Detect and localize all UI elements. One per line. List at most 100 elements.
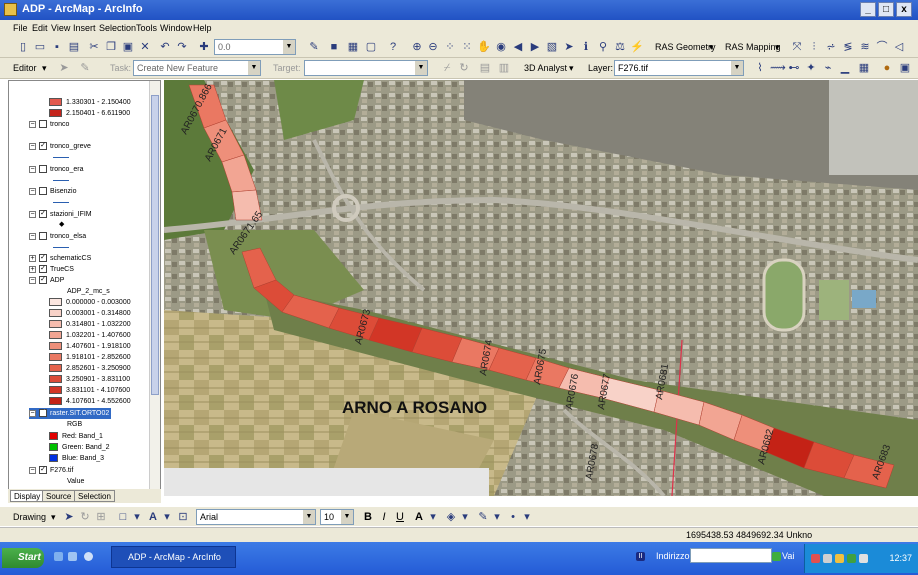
sketch-props-icon[interactable]: ▥ bbox=[497, 61, 511, 75]
taskbar-arcmap-button[interactable]: ADP - ArcMap - ArcInfo bbox=[111, 546, 236, 568]
rectangle-icon[interactable]: □ bbox=[116, 510, 130, 524]
ras-tool-5-icon[interactable]: ≋ bbox=[858, 40, 872, 54]
contour-icon[interactable]: ⌇ bbox=[753, 61, 767, 75]
attributes-icon[interactable]: ▤ bbox=[478, 61, 492, 75]
quick-launch-ie-icon[interactable] bbox=[54, 552, 63, 561]
edit-vertices-icon[interactable]: ⊡ bbox=[176, 510, 190, 524]
quick-launch-desktop-icon[interactable] bbox=[68, 552, 77, 561]
font-size-combo[interactable]: 10 ▼ bbox=[320, 509, 354, 525]
layer-checkbox[interactable]: ✓ bbox=[39, 142, 47, 151]
save-icon[interactable]: ▪ bbox=[50, 40, 64, 54]
tab-selection[interactable]: Selection bbox=[74, 490, 115, 502]
command-line-icon[interactable]: ▦ bbox=[346, 40, 360, 54]
forward-extent-icon[interactable]: ▶ bbox=[528, 40, 542, 54]
profile-graph-icon[interactable]: ▁ bbox=[838, 61, 852, 75]
layer-raster-orto[interactable]: − ✓ raster.SIT.ORTO02 bbox=[29, 408, 112, 419]
layer-bisenzio[interactable]: − Bisenzio bbox=[29, 186, 76, 197]
layer-tronco-greve[interactable]: − ✓ tronco_greve bbox=[29, 141, 91, 152]
menu-edit[interactable]: Edit bbox=[32, 23, 48, 33]
expand-icon[interactable]: + bbox=[29, 265, 36, 273]
select-elements-icon[interactable]: ➤ bbox=[562, 40, 576, 54]
tray-volume-icon[interactable] bbox=[859, 554, 868, 563]
layer-checkbox[interactable]: ✓ bbox=[39, 466, 47, 475]
editor-toolbar-icon[interactable]: ✎ bbox=[307, 40, 321, 54]
measure-icon[interactable]: ⚖ bbox=[613, 40, 627, 54]
ras-tool-6-icon[interactable]: ⌒ bbox=[875, 40, 889, 54]
new-document-icon[interactable]: ▯ bbox=[16, 40, 30, 54]
collapse-icon[interactable]: − bbox=[29, 466, 36, 474]
collapse-icon[interactable]: − bbox=[29, 165, 36, 173]
steepest-path-icon[interactable]: ⟿ bbox=[770, 61, 786, 75]
editor-menu[interactable]: Editor bbox=[13, 63, 37, 73]
menu-insert[interactable]: Insert bbox=[73, 23, 96, 33]
tab-display[interactable]: Display bbox=[10, 490, 45, 502]
tab-source[interactable]: Source bbox=[42, 490, 76, 502]
layer-checkbox[interactable]: ✓ bbox=[39, 210, 47, 219]
map-view[interactable]: AR0670.866 AR0671 AR0671.65 AR0673 AR067… bbox=[164, 80, 918, 496]
ras-tool-4-icon[interactable]: ≶ bbox=[841, 40, 855, 54]
open-folder-icon[interactable]: ▭ bbox=[33, 40, 47, 54]
select-elements-icon[interactable]: ➤ bbox=[62, 510, 76, 524]
menu-view[interactable]: View bbox=[51, 23, 70, 33]
font-color-chevron-icon[interactable]: ▾ bbox=[426, 510, 440, 524]
identify-icon[interactable]: ℹ bbox=[579, 40, 593, 54]
layer-checkbox[interactable]: ✓ bbox=[39, 265, 47, 274]
menu-file[interactable]: File bbox=[13, 23, 28, 33]
rotate-tool-icon[interactable]: ↻ bbox=[457, 61, 471, 75]
collapse-icon[interactable]: − bbox=[29, 142, 36, 150]
layer-combo[interactable]: F276.tif ▼ bbox=[614, 60, 744, 76]
zoom-in-icon[interactable]: ⊕ bbox=[410, 40, 424, 54]
fill-color-chevron-icon[interactable]: ▾ bbox=[458, 510, 472, 524]
address-input[interactable] bbox=[690, 548, 772, 563]
toc-scrollbar[interactable] bbox=[149, 81, 160, 501]
expand-icon[interactable]: + bbox=[29, 254, 36, 262]
arctoolbox-icon[interactable]: ■ bbox=[327, 40, 341, 54]
layer-checkbox[interactable] bbox=[39, 120, 47, 129]
fixed-zoom-in-icon[interactable]: ⁘ bbox=[443, 40, 457, 54]
italic-button[interactable]: I bbox=[377, 510, 391, 524]
add-data-icon[interactable]: ✚ bbox=[197, 40, 211, 54]
text-tool-icon[interactable]: A bbox=[146, 510, 160, 524]
start-button[interactable]: Start bbox=[2, 548, 44, 568]
pan-icon[interactable]: ✋ bbox=[477, 40, 491, 54]
marker-color-icon[interactable]: • bbox=[506, 510, 520, 524]
maximize-button[interactable]: □ bbox=[878, 2, 894, 17]
layer-checkbox[interactable] bbox=[39, 165, 47, 174]
copy-icon[interactable]: ❐ bbox=[104, 40, 118, 54]
tray-network-icon[interactable] bbox=[823, 554, 832, 563]
split-tool-icon[interactable]: ⌿ bbox=[440, 61, 454, 75]
collapse-icon[interactable]: − bbox=[29, 276, 36, 284]
tray-security-icon[interactable] bbox=[835, 554, 844, 563]
layer-adp[interactable]: − ✓ ADP bbox=[29, 275, 64, 286]
font-color-icon[interactable]: A bbox=[412, 510, 426, 524]
target-combo[interactable]: ▼ bbox=[304, 60, 428, 76]
interpolate-line-icon[interactable]: ⌁ bbox=[821, 61, 835, 75]
task-combo[interactable]: Create New Feature ▼ bbox=[133, 60, 261, 76]
ras-tool-2-icon[interactable]: ⫶ bbox=[807, 40, 821, 54]
3d-analyst-menu[interactable]: 3D Analyst bbox=[524, 63, 567, 73]
rectangle-chevron-icon[interactable]: ▾ bbox=[130, 510, 144, 524]
undo-icon[interactable]: ↶ bbox=[158, 40, 172, 54]
select-features-icon[interactable]: ▧ bbox=[545, 40, 559, 54]
hyperlink-icon[interactable]: ⚡ bbox=[630, 40, 644, 54]
line-of-sight-icon[interactable]: ⊷ bbox=[787, 61, 801, 75]
layer-schematiccs[interactable]: + ✓ schematicCS bbox=[29, 253, 91, 264]
zoom-whole-page-icon[interactable]: ⊞ bbox=[94, 510, 108, 524]
layer-checkbox[interactable] bbox=[39, 232, 47, 241]
layer-tronco[interactable]: − tronco bbox=[29, 119, 69, 130]
back-extent-icon[interactable]: ◀ bbox=[511, 40, 525, 54]
marker-color-chevron-icon[interactable]: ▾ bbox=[520, 510, 534, 524]
layer-tronco-elsa[interactable]: − tronco_elsa bbox=[29, 231, 86, 242]
underline-button[interactable]: U bbox=[393, 510, 407, 524]
language-icon[interactable]: II bbox=[636, 552, 645, 561]
rotate-icon[interactable]: ↻ bbox=[78, 510, 92, 524]
collapse-icon[interactable]: − bbox=[29, 210, 36, 218]
quick-launch-media-icon[interactable] bbox=[84, 552, 93, 561]
minimize-button[interactable]: _ bbox=[860, 2, 876, 17]
fixed-zoom-out-icon[interactable]: ⁙ bbox=[460, 40, 474, 54]
drawing-menu[interactable]: Drawing bbox=[13, 512, 46, 522]
print-icon[interactable]: ▤ bbox=[67, 40, 81, 54]
menu-help[interactable]: Help bbox=[193, 23, 212, 33]
catalog-icon[interactable]: ▢ bbox=[364, 40, 378, 54]
zoom-out-icon[interactable]: ⊖ bbox=[426, 40, 440, 54]
